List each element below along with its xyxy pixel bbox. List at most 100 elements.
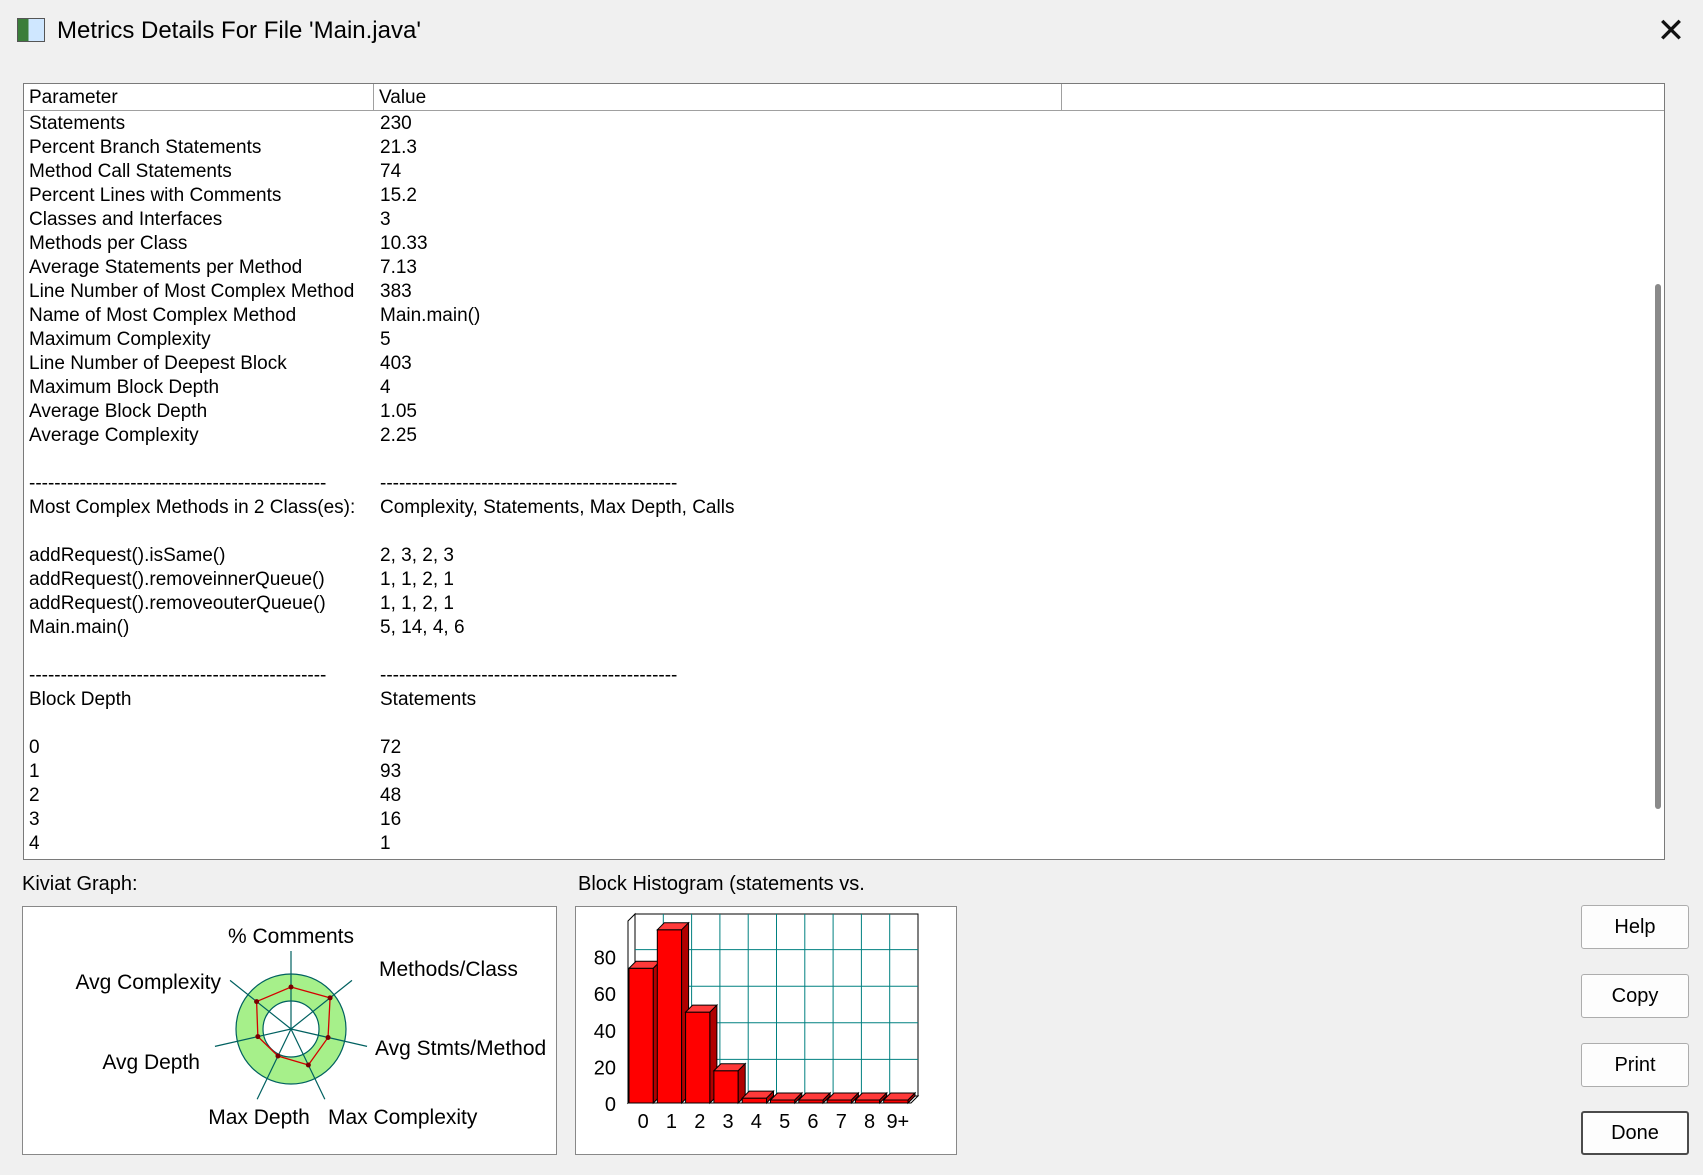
vertical-scrollbar[interactable] bbox=[1655, 284, 1661, 809]
parameter-cell: ----------------------------------------… bbox=[29, 473, 327, 494]
copy-button[interactable]: Copy bbox=[1581, 974, 1689, 1018]
table-row[interactable]: Average Statements per Method 7.13 bbox=[24, 256, 1624, 280]
table-row[interactable]: ----------------------------------------… bbox=[24, 472, 1624, 496]
value-cell: 48 bbox=[380, 785, 402, 806]
histogram-x-tick-label: 3 bbox=[722, 1111, 733, 1133]
value-cell: 2.25 bbox=[380, 425, 417, 446]
value-cell: 230 bbox=[380, 113, 412, 134]
kiviat-point bbox=[325, 1034, 331, 1040]
table-row[interactable]: Name of Most Complex Method Main.main() bbox=[24, 304, 1624, 328]
value-cell: 21.3 bbox=[380, 137, 417, 158]
print-button[interactable]: Print bbox=[1581, 1043, 1689, 1087]
value-cell: Main.main() bbox=[380, 305, 481, 326]
table-row[interactable]: Maximum Block Depth 4 bbox=[24, 376, 1624, 400]
table-row[interactable]: Average Block Depth 1.05 bbox=[24, 400, 1624, 424]
kiviat-point bbox=[254, 999, 260, 1005]
histogram-bar bbox=[712, 1062, 747, 1105]
done-button[interactable]: Done bbox=[1581, 1111, 1689, 1155]
histogram-bar bbox=[740, 1089, 775, 1105]
histogram-bar bbox=[656, 921, 690, 1105]
parameter-cell: Methods per Class bbox=[29, 233, 188, 254]
kiviat-point bbox=[275, 1053, 281, 1059]
table-row[interactable] bbox=[24, 448, 1624, 472]
value-cell: 16 bbox=[380, 809, 402, 830]
kiviat-graph: % Comments Methods/Class Avg Stmts/Method M… bbox=[75, 925, 546, 1129]
table-row[interactable]: Methods per Class 10.33 bbox=[24, 232, 1624, 256]
value-cell: 1.05 bbox=[380, 401, 417, 422]
table-row[interactable]: Statements 230 bbox=[24, 112, 1624, 136]
histogram-x-tick-label: 7 bbox=[836, 1111, 847, 1133]
table-row[interactable]: Method Call Statements 74 bbox=[24, 160, 1624, 184]
kiviat-axis-label: Methods/Class bbox=[379, 958, 518, 981]
histogram-y-tick-label: 60 bbox=[594, 984, 616, 1006]
parameter-cell: Line Number of Most Complex Method bbox=[29, 281, 355, 302]
close-button[interactable]: ✕ bbox=[1651, 12, 1691, 50]
value-cell: 5 bbox=[380, 329, 391, 350]
table-row[interactable]: addRequest().isSame() 2, 3, 2, 3 bbox=[24, 544, 1624, 568]
table-row[interactable]: Maximum Complexity 5 bbox=[24, 328, 1624, 352]
value-cell: 403 bbox=[380, 353, 412, 374]
value-cell: Statements bbox=[380, 689, 477, 710]
parameter-cell: Statements bbox=[29, 113, 126, 134]
parameter-cell: Classes and Interfaces bbox=[29, 209, 223, 230]
metrics-list[interactable]: Parameter Value Statements 230 Percent Bra… bbox=[23, 83, 1665, 860]
histogram-x-tick-label: 0 bbox=[638, 1111, 649, 1133]
histogram-y-tick-label: 80 bbox=[594, 948, 616, 970]
kiviat-axis-label: Max Depth bbox=[208, 1106, 310, 1129]
value-cell: 383 bbox=[380, 281, 412, 302]
table-row[interactable]: addRequest().removeinnerQueue() 1, 1, 2, … bbox=[24, 568, 1624, 592]
parameter-cell: Most Complex Methods in 2 Class(es): bbox=[29, 497, 356, 518]
parameter-cell: Average Complexity bbox=[29, 425, 199, 446]
table-row[interactable]: ----------------------------------------… bbox=[24, 664, 1624, 688]
kiviat-axis-label: Avg Complexity bbox=[75, 971, 221, 994]
table-row[interactable] bbox=[24, 712, 1624, 736]
help-button[interactable]: Help bbox=[1581, 905, 1689, 949]
table-row[interactable]: 41 bbox=[24, 832, 1624, 856]
histogram-x-tick-label: 2 bbox=[694, 1111, 705, 1133]
table-row[interactable]: Block Depth Statements bbox=[24, 688, 1624, 712]
value-cell: 7.13 bbox=[380, 257, 417, 278]
histogram-x-tick-label: 4 bbox=[751, 1111, 762, 1133]
table-row[interactable]: Average Complexity 2.25 bbox=[24, 424, 1624, 448]
value-cell: 1 bbox=[380, 833, 391, 854]
parameter-cell: Percent Branch Statements bbox=[29, 137, 262, 158]
parameter-cell: 4 bbox=[29, 833, 40, 854]
parameter-cell: Maximum Block Depth bbox=[29, 377, 220, 398]
table-row[interactable]: Most Complex Methods in 2 Class(es): Comp… bbox=[24, 496, 1624, 520]
column-header-parameter[interactable]: Parameter bbox=[24, 84, 374, 110]
table-row[interactable]: Main.main() 5, 14, 4, 6 bbox=[24, 616, 1624, 640]
histogram-y-tick-label: 0 bbox=[605, 1094, 616, 1116]
table-row[interactable]: 0 72 bbox=[24, 736, 1624, 760]
table-row[interactable]: 3 16 bbox=[24, 808, 1624, 832]
histogram-x-tick-label: 8 bbox=[864, 1111, 875, 1133]
table-row[interactable]: Percent Lines with Comments 15.2 bbox=[24, 184, 1624, 208]
table-row[interactable] bbox=[24, 640, 1624, 664]
column-header-empty[interactable] bbox=[1062, 84, 1664, 110]
table-row[interactable]: Classes and Interfaces 3 bbox=[24, 208, 1624, 232]
table-row[interactable]: addRequest().removeouterQueue() 1, 1, 2, … bbox=[24, 592, 1624, 616]
kiviat-axis-label: Avg Stmts/Method bbox=[375, 1037, 546, 1060]
histogram-x-tick-label: 5 bbox=[779, 1111, 790, 1133]
kiviat-point bbox=[288, 984, 294, 990]
column-header-value[interactable]: Value bbox=[374, 84, 1062, 110]
table-row[interactable]: Line Number of Most Complex Method 383 bbox=[24, 280, 1624, 304]
value-cell: 3 bbox=[380, 209, 391, 230]
parameter-cell: Maximum Complexity bbox=[29, 329, 211, 350]
parameter-cell: Block Depth bbox=[29, 689, 132, 710]
parameter-cell: addRequest().removeinnerQueue() bbox=[29, 569, 325, 590]
value-cell: 2, 3, 2, 3 bbox=[380, 545, 454, 566]
kiviat-axis-label: % Comments bbox=[228, 925, 354, 948]
parameter-cell: Average Statements per Method bbox=[29, 257, 303, 278]
value-cell: 4 bbox=[380, 377, 391, 398]
table-row[interactable] bbox=[24, 520, 1624, 544]
block-histogram-chart: 0204060800 1 2 3 4 5 6 7 8 9+ bbox=[594, 912, 920, 1133]
list-rows: Statements 230 Percent Branch Statements 21… bbox=[24, 112, 1624, 856]
table-row[interactable]: 2 48 bbox=[24, 784, 1624, 808]
value-cell: 74 bbox=[380, 161, 402, 182]
parameter-cell: Main.main() bbox=[29, 617, 130, 638]
table-row[interactable]: Line Number of Deepest Block 403 bbox=[24, 352, 1624, 376]
histogram-x-tick-label: 9+ bbox=[886, 1111, 909, 1133]
histogram-bar bbox=[684, 1003, 719, 1105]
table-row[interactable]: 1 93 bbox=[24, 760, 1624, 784]
table-row[interactable]: Percent Branch Statements 21.3 bbox=[24, 136, 1624, 160]
